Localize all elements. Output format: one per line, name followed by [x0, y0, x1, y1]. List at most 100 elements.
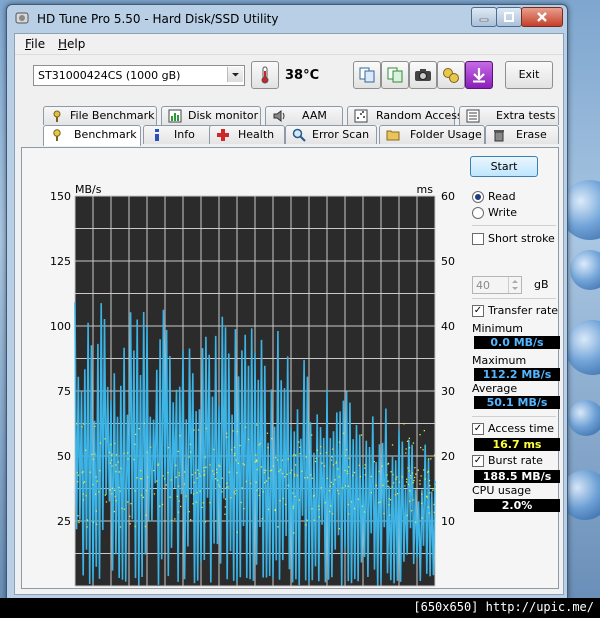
access-time-point: [99, 442, 102, 444]
tab-error-scan[interactable]: Error Scan: [285, 125, 377, 144]
access-time-point: [294, 464, 297, 466]
maximize-button[interactable]: [496, 7, 522, 27]
access-time-point: [78, 521, 80, 524]
access-time-point: [298, 441, 300, 443]
access-time-point: [76, 423, 78, 425]
access-time-point: [76, 481, 79, 483]
access-time-point: [77, 474, 80, 476]
access-time-point: [259, 442, 261, 445]
access-time-point: [338, 493, 340, 495]
start-button[interactable]: Start: [470, 156, 538, 177]
access-time-point: [83, 481, 86, 483]
access-time-point: [294, 475, 296, 477]
tab-erase[interactable]: Erase: [485, 125, 559, 144]
access-time-point: [382, 484, 384, 486]
tab-health[interactable]: Health: [209, 125, 285, 144]
access-time-point: [318, 509, 320, 511]
access-time-point: [113, 510, 115, 513]
tab-info[interactable]: Info: [143, 125, 213, 144]
burst-rate-checkbox[interactable]: ✓ Burst rate: [472, 454, 554, 468]
tab-benchmark[interactable]: Benchmark: [43, 125, 141, 146]
access-time-point: [320, 446, 322, 448]
access-time-point: [346, 470, 349, 472]
access-time-point: [318, 516, 320, 518]
window-title: HD Tune Pro 5.50 - Hard Disk/SSD Utility: [37, 12, 279, 26]
close-button[interactable]: [521, 7, 563, 27]
exit-button[interactable]: Exit: [505, 61, 553, 89]
access-time-checkbox[interactable]: ✓ Access time: [472, 422, 554, 436]
access-time-point: [271, 437, 273, 440]
access-time-point: [138, 428, 140, 430]
access-time-point: [219, 465, 221, 467]
screenshot-button[interactable]: [409, 61, 437, 89]
save-button[interactable]: [465, 61, 493, 89]
tab-folder-usage[interactable]: Folder Usage: [379, 125, 485, 144]
access-time-point: [256, 468, 258, 471]
access-time-point: [114, 489, 116, 491]
access-time-point: [420, 475, 422, 477]
tab-aam[interactable]: AAM: [265, 106, 343, 125]
tab-extra-tests[interactable]: Extra tests: [459, 106, 559, 125]
access-time-point: [228, 471, 230, 473]
short-stroke-input[interactable]: 40: [472, 276, 522, 294]
access-time-point: [118, 486, 120, 489]
access-time-point: [352, 474, 354, 477]
access-time-point: [320, 487, 322, 489]
access-time-point: [379, 501, 381, 503]
minimize-button[interactable]: [471, 7, 497, 27]
write-radio[interactable]: Write: [472, 206, 554, 220]
access-time-point: [434, 488, 436, 490]
access-time-point: [422, 449, 424, 451]
access-time-point: [224, 506, 226, 508]
spinner-icon[interactable]: [508, 277, 521, 293]
options-button[interactable]: [437, 61, 465, 89]
access-time-point: [153, 493, 156, 495]
short-stroke-checkbox[interactable]: Short stroke: [472, 232, 555, 246]
camera-icon: [415, 69, 431, 81]
title-bar[interactable]: HD Tune Pro 5.50 - Hard Disk/SSD Utility: [7, 5, 567, 33]
access-time-point: [82, 499, 84, 501]
access-time-point: [326, 477, 329, 479]
copy-info-button[interactable]: [353, 61, 381, 89]
access-time-point: [76, 471, 78, 474]
access-time-point: [213, 448, 215, 451]
tab-random-access[interactable]: Random Access: [347, 106, 463, 125]
access-time-point: [392, 474, 394, 476]
access-time-point: [256, 489, 258, 491]
access-time-point: [344, 455, 347, 457]
access-time-point: [291, 469, 293, 471]
y-left-tick-label: 75: [57, 385, 71, 398]
tab-file-benchmark[interactable]: File Benchmark: [43, 106, 157, 125]
access-time-point: [212, 470, 214, 472]
menu-help[interactable]: Help: [58, 37, 85, 51]
access-time-point: [250, 482, 252, 485]
access-time-point: [77, 515, 79, 517]
access-time-point: [293, 473, 296, 475]
access-time-point: [205, 466, 207, 468]
access-time-point: [337, 489, 339, 492]
transfer-rate-checkbox[interactable]: ✓ Transfer rate: [472, 304, 558, 318]
access-time-point: [167, 447, 169, 449]
copy-all-icon: [387, 67, 403, 83]
file-benchmark-icon: [53, 110, 61, 122]
access-time-value: 16.7 ms: [474, 438, 560, 451]
access-time-point: [331, 456, 333, 458]
access-time-point: [177, 511, 180, 513]
temperature-button[interactable]: [251, 61, 279, 89]
drive-select[interactable]: ST31000424CS (1000 gB): [33, 65, 245, 86]
read-radio[interactable]: Read: [472, 190, 554, 204]
tab-disk-monitor[interactable]: Disk monitor: [161, 106, 261, 125]
access-time-point: [396, 476, 398, 478]
access-time-point: [114, 442, 116, 445]
access-time-point: [282, 497, 284, 500]
menu-file[interactable]: File: [25, 37, 45, 51]
access-time-point: [134, 490, 136, 492]
menu-bar: File Help: [15, 34, 563, 55]
copy-all-button[interactable]: [381, 61, 409, 89]
access-time-point: [405, 481, 408, 483]
access-time-point: [115, 500, 117, 502]
access-time-point: [395, 478, 397, 480]
access-time-point: [140, 470, 142, 472]
write-radio-dot: [472, 207, 484, 219]
access-time-point: [421, 517, 423, 519]
